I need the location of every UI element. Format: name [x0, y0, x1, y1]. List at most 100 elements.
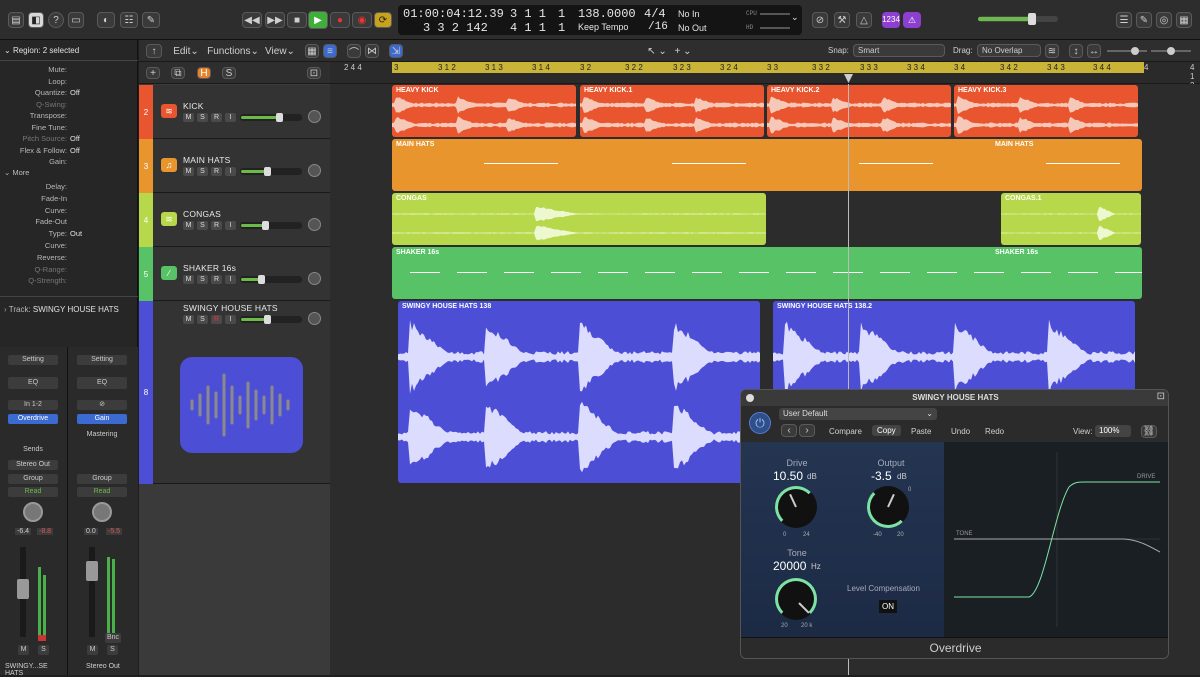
- midi-region-shaker[interactable]: SHAKER 16s SHAKER 16s: [392, 247, 1142, 299]
- level-compensation-toggle[interactable]: ON: [879, 600, 897, 613]
- input-monitor-button[interactable]: I: [225, 275, 236, 284]
- track-name[interactable]: MAIN HATS: [183, 155, 230, 165]
- audio-region-congas[interactable]: CONGAS.1: [1001, 193, 1141, 245]
- list-editors-icon[interactable]: ☰: [1116, 12, 1132, 28]
- input-slot[interactable]: In 1-2: [8, 400, 58, 410]
- inspector-row[interactable]: Mute:: [0, 64, 138, 75]
- track-pan-knob[interactable]: [308, 272, 321, 285]
- audio-region-kick[interactable]: HEAVY KICK.3: [954, 85, 1138, 137]
- count-in-badge[interactable]: 1234: [882, 12, 900, 28]
- track-pan-knob[interactable]: [308, 312, 321, 325]
- mute-button[interactable]: M: [183, 221, 194, 230]
- solo-button[interactable]: S: [38, 645, 49, 655]
- setting-button[interactable]: Setting: [8, 355, 58, 365]
- inspector-row[interactable]: Fade-Out: [0, 216, 138, 227]
- record-enable-button[interactable]: R: [211, 315, 222, 324]
- quick-help-icon[interactable]: ?: [48, 12, 64, 28]
- mute-button[interactable]: M: [183, 113, 194, 122]
- group-slot[interactable]: Group: [8, 474, 58, 484]
- duplicate-track-icon[interactable]: ⧉: [171, 67, 185, 79]
- master-volume-handle[interactable]: [1028, 13, 1036, 25]
- track-header[interactable]: 2 ≋ KICK M S R I: [139, 85, 330, 139]
- horizontal-zoom-slider[interactable]: [1151, 47, 1191, 55]
- mute-button[interactable]: M: [18, 645, 29, 655]
- capture-record-icon[interactable]: ◉: [352, 12, 372, 28]
- fast-forward-icon[interactable]: ▶▶: [265, 12, 285, 28]
- input-monitor-button[interactable]: I: [225, 167, 236, 176]
- solo-button[interactable]: S: [197, 221, 208, 230]
- mute-button[interactable]: M: [183, 167, 194, 176]
- vertical-zoom-slider[interactable]: [1107, 47, 1147, 55]
- inspector-row[interactable]: Q-Swing:: [0, 99, 138, 110]
- snap-dropdown[interactable]: Smart: [853, 44, 945, 57]
- slider-handle[interactable]: [1131, 47, 1139, 55]
- toolbar-icon[interactable]: ▭: [68, 12, 84, 28]
- pan-knob[interactable]: [92, 502, 112, 522]
- audio-region-kick[interactable]: HEAVY KICK.1: [580, 85, 764, 137]
- inspector-icon[interactable]: ◧: [28, 12, 44, 28]
- edit-menu[interactable]: Edit ⌄: [169, 44, 203, 58]
- track-volume-handle[interactable]: [262, 221, 269, 230]
- setting-button[interactable]: Setting: [77, 355, 127, 365]
- solo-button[interactable]: S: [197, 315, 208, 324]
- inspector-row[interactable]: Q-Strength:: [0, 275, 138, 286]
- preset-dropdown[interactable]: User Default ⌄: [779, 408, 937, 420]
- inspector-row[interactable]: Loop:: [0, 76, 138, 87]
- inspector-row[interactable]: Fade-In: [0, 193, 138, 204]
- waveform-zoom-icon[interactable]: ≋: [1045, 44, 1059, 58]
- inspector-row[interactable]: Reverse:: [0, 252, 138, 263]
- plugin-slot-gain[interactable]: Gain: [77, 414, 127, 424]
- flex-icon[interactable]: ⋈: [365, 44, 379, 58]
- track-header[interactable]: 4 ≋ CONGAS M S R I: [139, 193, 330, 247]
- audio-region-congas[interactable]: CONGAS: [392, 193, 766, 245]
- track-volume-slider[interactable]: [240, 275, 302, 284]
- hide-button[interactable]: H: [197, 67, 211, 79]
- volume-fader-handle[interactable]: [17, 579, 29, 599]
- input-monitor-button[interactable]: I: [225, 221, 236, 230]
- midi-region-main-hats[interactable]: MAIN HATS MAIN HATS: [392, 139, 1142, 191]
- inspector-row[interactable]: Fine Tune:: [0, 122, 138, 133]
- input-monitor-button[interactable]: I: [225, 315, 236, 324]
- link-icon[interactable]: ⛓: [1141, 425, 1157, 438]
- output-slot[interactable]: Stereo Out: [8, 460, 58, 470]
- editors-icon[interactable]: ✎: [142, 12, 160, 28]
- pan-knob[interactable]: [23, 502, 43, 522]
- drive-knob[interactable]: [775, 486, 817, 528]
- track-name[interactable]: SHAKER 16s: [183, 263, 236, 273]
- inspector-row-value[interactable]: Off: [70, 145, 80, 156]
- grid-view-icon[interactable]: ▦: [305, 44, 319, 58]
- track-volume-slider[interactable]: [240, 167, 302, 176]
- inspector-row[interactable]: Type: Out: [0, 228, 138, 239]
- track-volume-handle[interactable]: [264, 167, 271, 176]
- inspector-row[interactable]: Transpose:: [0, 110, 138, 121]
- power-icon[interactable]: ⏻: [749, 412, 771, 434]
- solo-button[interactable]: S: [107, 645, 118, 655]
- global-solo-button[interactable]: S: [222, 67, 236, 79]
- solo-button[interactable]: S: [197, 167, 208, 176]
- inspector-row[interactable]: Q-Range:: [0, 264, 138, 275]
- plugin-slot-overdrive[interactable]: Overdrive: [8, 414, 58, 424]
- track-volume-slider[interactable]: [240, 315, 302, 324]
- automation-mode[interactable]: Read: [77, 487, 127, 497]
- playhead-handle[interactable]: [844, 74, 853, 83]
- expand-window-icon[interactable]: ⊡: [1157, 391, 1165, 402]
- copy-button[interactable]: Copy: [872, 425, 901, 436]
- inspector-row-value[interactable]: Off: [70, 87, 80, 98]
- inspector-row[interactable]: Delay:: [0, 181, 138, 192]
- track-name[interactable]: SWINGY HOUSE HATS: [183, 303, 278, 313]
- eq-button[interactable]: EQ: [8, 377, 58, 389]
- inspector-row[interactable]: Gain:: [0, 156, 138, 167]
- redo-button[interactable]: Redo: [985, 427, 1004, 436]
- audio-region-kick[interactable]: HEAVY KICK: [392, 85, 576, 137]
- mastering-label[interactable]: Mastering: [77, 430, 127, 440]
- smart-controls-icon[interactable]: ◐: [97, 12, 115, 28]
- metronome-toggle-icon[interactable]: ⚠: [903, 12, 921, 28]
- tone-knob[interactable]: [775, 578, 817, 620]
- inspector-row-value[interactable]: Out: [70, 228, 82, 239]
- record-icon[interactable]: ●: [330, 12, 350, 28]
- stop-icon[interactable]: ■: [287, 12, 307, 28]
- audio-region-swingy-house-hats[interactable]: SWINGY HOUSE HATS 138: [398, 301, 760, 483]
- cycle-icon[interactable]: ⟳: [374, 12, 392, 28]
- crosshair-tool-icon[interactable]: + ⌄: [673, 44, 693, 58]
- add-track-icon[interactable]: +: [146, 67, 160, 79]
